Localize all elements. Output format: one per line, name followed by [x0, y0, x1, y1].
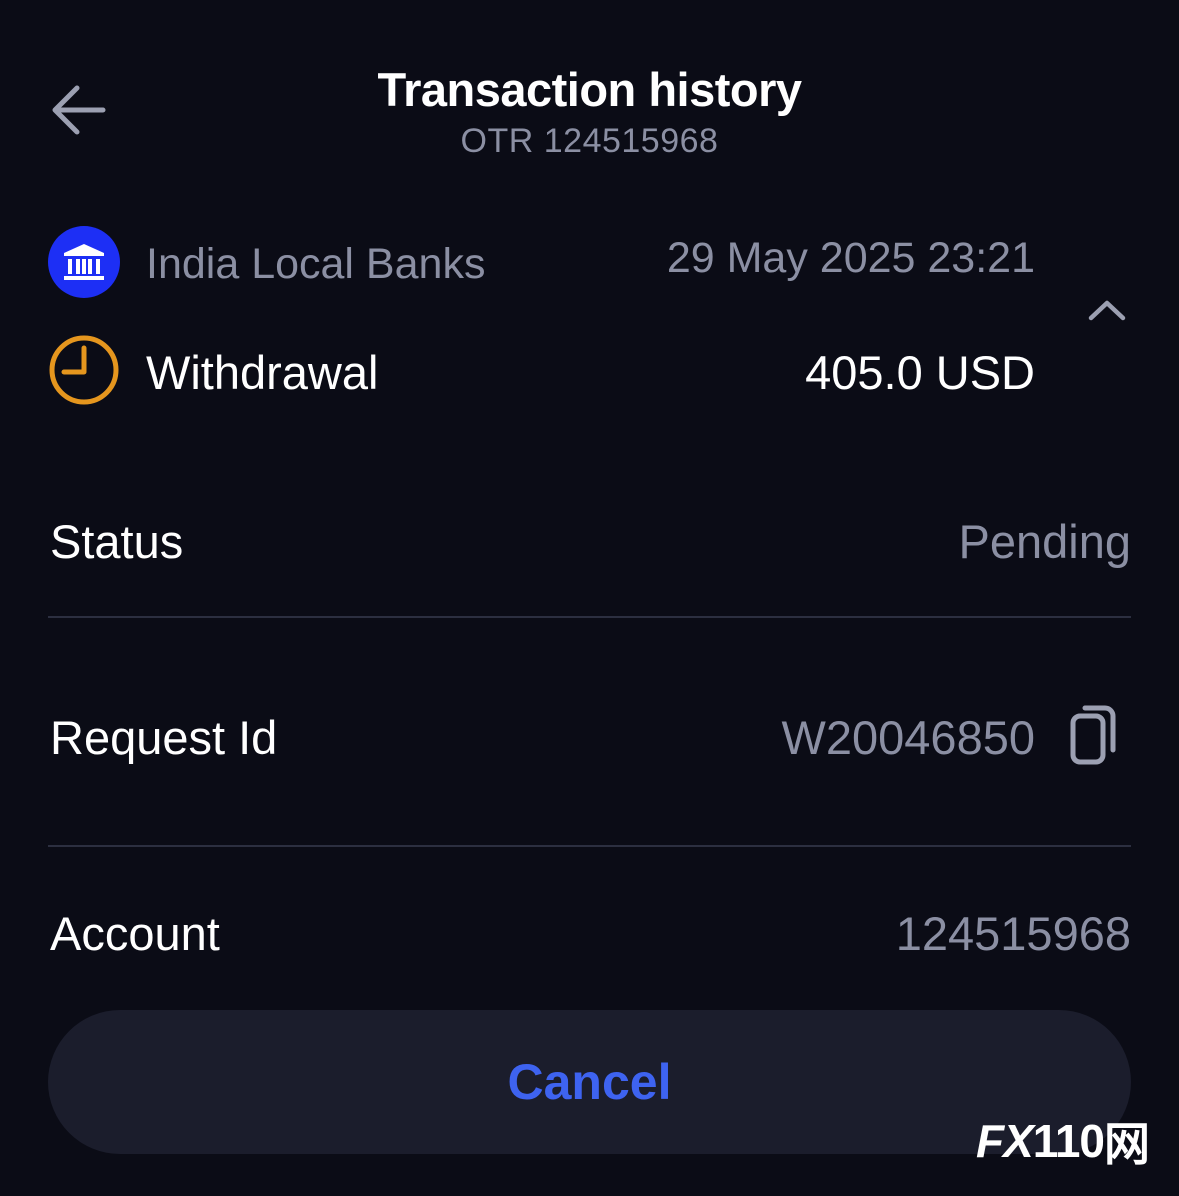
request-id-label: Request Id [50, 711, 278, 764]
watermark-logo: FX 110 网 [976, 1108, 1150, 1174]
copy-request-id-button[interactable] [1064, 700, 1124, 768]
divider [48, 616, 1131, 618]
payment-method-label: India Local Banks [146, 240, 486, 288]
transaction-date: 29 May 2025 23:21 [666, 234, 1035, 282]
watermark-number: 110 [1032, 1115, 1105, 1167]
cancel-button[interactable]: Cancel [48, 1010, 1131, 1154]
bank-icon [48, 226, 120, 298]
divider [48, 845, 1131, 847]
collapse-button[interactable] [1082, 290, 1132, 330]
watermark-fx: FX [976, 1115, 1034, 1167]
status-label: Status [50, 515, 184, 568]
transaction-details-screen: Transaction history OTR 124515968 India … [0, 0, 1179, 1196]
request-id-value: W20046850 [781, 711, 1035, 764]
account-label: Account [50, 907, 220, 960]
account-value: 124515968 [895, 907, 1131, 960]
pending-clock-icon [49, 335, 119, 405]
status-value: Pending [958, 515, 1132, 568]
page-title: Transaction history [377, 63, 802, 116]
page-subtitle: OTR 124515968 [460, 122, 719, 160]
copy-icon [1070, 705, 1116, 765]
chevron-up-icon [1088, 300, 1126, 321]
watermark-cn: 网 [1104, 1118, 1150, 1170]
transaction-type: Withdrawal [146, 346, 379, 399]
transaction-amount: 405.0 USD [805, 346, 1035, 399]
